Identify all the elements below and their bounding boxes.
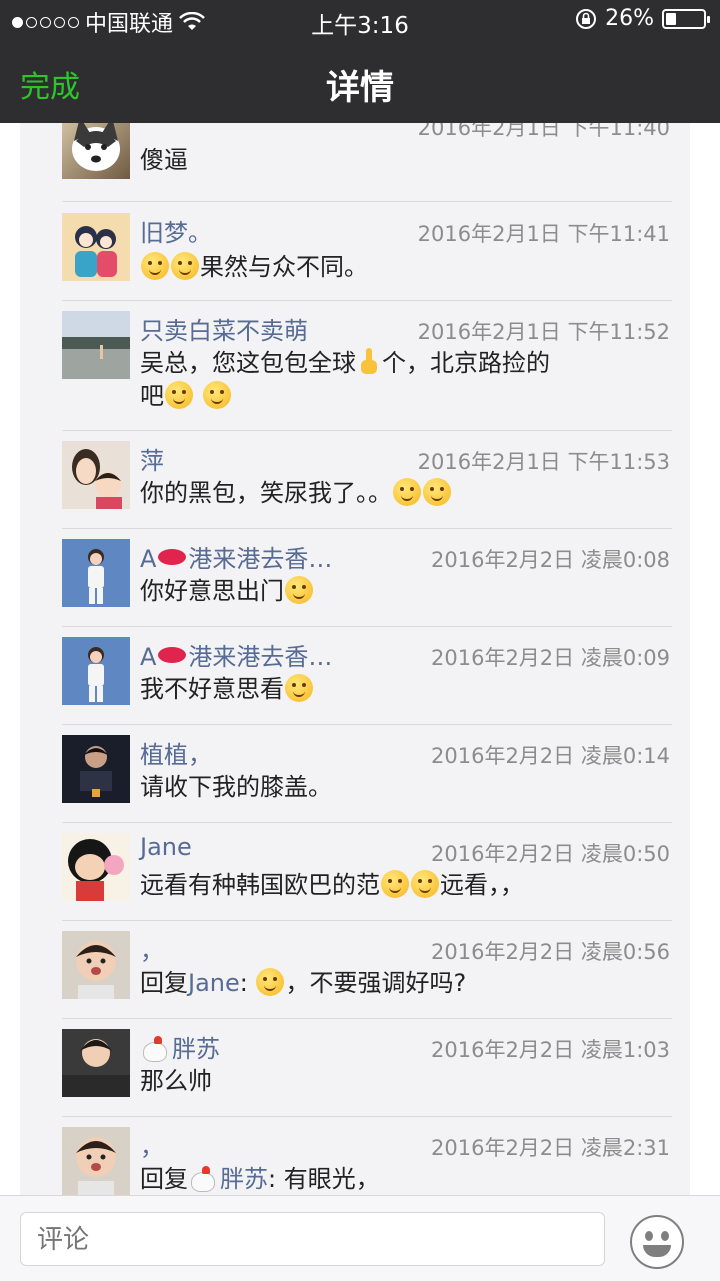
comment-text: 你的黑包，笑尿我了。。 — [140, 477, 660, 510]
relieved-emoji-icon — [202, 381, 231, 409]
rooster-icon — [140, 1034, 168, 1062]
comment-author[interactable]: A 港来港去香… — [140, 539, 332, 574]
flushed-emoji-icon — [285, 576, 313, 604]
divider — [62, 430, 672, 431]
comment-text: 远看有种韩国欧巴的范 远看，， — [140, 870, 524, 899]
comment-date: 2016年2月2日 凌晨0:56 — [431, 940, 670, 964]
divider — [62, 201, 672, 202]
avatar[interactable] — [62, 931, 130, 999]
pointing-up-emoji-icon — [358, 348, 380, 376]
comment-author[interactable]: A 港来港去香… — [140, 637, 332, 672]
comment-date: 2016年2月1日 下午11:52 — [417, 320, 670, 344]
comment-text: 那么帅 — [140, 1067, 212, 1095]
avatar[interactable] — [62, 311, 130, 379]
avatar[interactable] — [62, 833, 130, 901]
comment-text: 果然与众不同。 — [140, 251, 660, 284]
comment-date: 2016年2月2日 凌晨0:08 — [431, 548, 670, 572]
comment-text: 傻逼 — [140, 146, 188, 174]
comment-date: 2016年2月1日 下午11:53 — [417, 450, 670, 474]
comment-date: 2016年2月2日 凌晨0:09 — [431, 646, 670, 670]
page-title: 详情 — [326, 68, 394, 108]
comment-text: 吴总，您这包包全球 个，北京路捡的 吧 — [140, 348, 550, 410]
comment-text: 回复 胖苏: 有眼光， — [140, 1164, 380, 1193]
divider — [62, 1018, 672, 1019]
list-item[interactable]: ， 2016年2月2日 凌晨2:31 回复 胖苏: 有眼光， — [62, 1127, 670, 1195]
smirk-emoji-icon — [411, 870, 439, 898]
comment-author[interactable]: Jane — [140, 833, 192, 861]
comment-author[interactable]: ， — [140, 1127, 164, 1162]
list-item[interactable]: 植植， 2016年2月2日 凌晨0:14 请收下我的膝盖。 — [62, 735, 670, 809]
avatar[interactable] — [62, 213, 130, 281]
avatar[interactable] — [62, 123, 130, 179]
divider — [62, 724, 672, 725]
divider — [62, 1116, 672, 1117]
rooster-icon — [188, 1164, 216, 1192]
reply-target[interactable]: 胖苏 — [220, 1165, 268, 1193]
reply-target[interactable]: Jane — [188, 969, 240, 997]
comment-date: 2016年2月2日 凌晨2:31 — [431, 1136, 670, 1160]
list-item[interactable]: 2016年2月1日 下午11:40 傻逼 — [62, 123, 670, 185]
comment-text: 我不好意思看 — [140, 673, 660, 706]
relieved-emoji-icon — [165, 381, 193, 409]
comment-text: 回复Jane: ，不要强调好吗? — [140, 968, 467, 997]
battery-percent: 26% — [605, 6, 654, 31]
avatar[interactable] — [62, 637, 130, 705]
flushed-emoji-icon — [285, 674, 313, 702]
kiss-mark-icon — [158, 647, 187, 663]
comment-author[interactable]: 胖苏 — [140, 1029, 220, 1064]
list-item[interactable]: 萍 2016年2月1日 下午11:53 你的黑包，笑尿我了。。 — [62, 441, 670, 515]
avatar[interactable] — [62, 735, 130, 803]
comment-date: 2016年2月2日 凌晨1:03 — [431, 1038, 670, 1062]
comment-text: 请收下我的膝盖。 — [140, 773, 332, 801]
kiss-mark-icon — [158, 549, 187, 565]
rotation-lock-icon — [576, 8, 597, 29]
comment-author[interactable]: 只卖白菜不卖萌 — [140, 311, 308, 346]
comment-author[interactable]: ， — [140, 931, 164, 966]
battery-group: 26% — [575, 6, 710, 31]
divider — [62, 920, 672, 921]
comment-list[interactable]: 2016年2月1日 下午11:40 傻逼 旧梦。 2016年2月1日 下午11:… — [0, 123, 720, 1195]
comment-date: 2016年2月1日 下午11:40 — [417, 123, 670, 140]
comment-input[interactable] — [20, 1212, 605, 1266]
tears-of-joy-emoji-icon — [256, 968, 285, 996]
list-item[interactable]: A 港来港去香… 2016年2月2日 凌晨0:08 你好意思出门 — [62, 539, 670, 613]
list-item[interactable]: 胖苏 2016年2月2日 凌晨1:03 那么帅 — [62, 1029, 670, 1103]
list-item[interactable]: Jane 2016年2月2日 凌晨0:50 远看有种韩国欧巴的范 远看，， — [62, 833, 670, 907]
emoji-button[interactable] — [630, 1215, 684, 1269]
smirk-emoji-icon — [381, 870, 409, 898]
comment-bar — [0, 1195, 720, 1281]
smirk-emoji-icon — [171, 252, 199, 280]
avatar[interactable] — [62, 1029, 130, 1097]
comment-author[interactable]: 旧梦。 — [140, 213, 212, 248]
comment-author[interactable]: 萍 — [140, 441, 164, 476]
status-bar: 中国联通 上午3:16 26% — [0, 0, 720, 40]
comment-text: 你好意思出门 — [140, 575, 660, 608]
comment-date: 2016年2月2日 凌晨0:50 — [431, 842, 670, 866]
list-item[interactable]: 旧梦。 2016年2月1日 下午11:41 果然与众不同。 — [62, 213, 670, 285]
divider — [62, 822, 672, 823]
divider — [62, 300, 672, 301]
comment-date: 2016年2月2日 凌晨0:14 — [431, 744, 670, 768]
battery-icon — [662, 8, 710, 29]
tears-of-joy-emoji-icon — [393, 478, 421, 506]
comment-author[interactable]: 植植， — [140, 735, 212, 770]
avatar[interactable] — [62, 441, 130, 509]
list-item[interactable]: ， 2016年2月2日 凌晨0:56 回复Jane: ，不要强调好吗? — [62, 931, 670, 1005]
comment-date: 2016年2月1日 下午11:41 — [417, 222, 670, 246]
avatar[interactable] — [62, 539, 130, 607]
nav-bar: 完成 详情 — [0, 40, 720, 123]
divider — [62, 528, 672, 529]
list-item[interactable]: A 港来港去香… 2016年2月2日 凌晨0:09 我不好意思看 — [62, 637, 670, 711]
divider — [62, 626, 672, 627]
avatar[interactable] — [62, 1127, 130, 1195]
tongue-out-emoji-icon — [423, 478, 451, 506]
smirk-emoji-icon — [141, 252, 169, 280]
list-item[interactable]: 只卖白菜不卖萌 2016年2月1日 下午11:52 吴总，您这包包全球 个，北京路… — [62, 311, 670, 421]
